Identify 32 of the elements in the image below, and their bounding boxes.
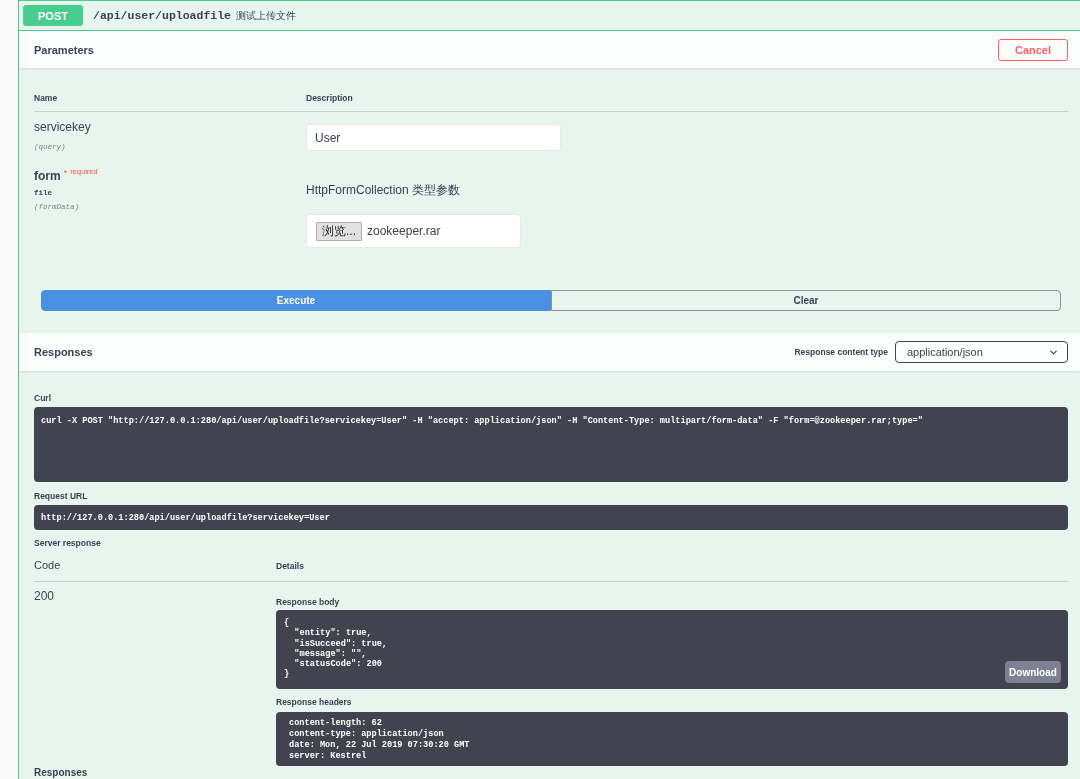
request-url: http://127.0.0.1:280/api/user/uploadfile?servicekey=User xyxy=(34,505,1068,530)
response-body-code: { "entity": true, "isSucceed": true, "message": "", "statusCode": 200 } xyxy=(284,618,388,680)
parameter-input[interactable]: User xyxy=(306,124,561,151)
server-response-label: Server response xyxy=(34,538,102,548)
file-input-field[interactable]: 浏览... zookeeper.rar xyxy=(306,214,521,248)
status-code: 200 xyxy=(34,589,56,603)
download-button[interactable]: Download xyxy=(1005,661,1061,683)
request-url-label: Request URL xyxy=(34,491,89,501)
curl-command: curl -X POST "http://127.0.0.1:280/api/user/uploadfile?servicekey=User" -H "accept: application/json" -H "Content-Type: multipart/form-data" -F "form=@zookeeper.rar;type=" xyxy=(34,407,1068,482)
response-headers-code: content-length: 62 content-type: application/json date: Mon, 22 Jul 2019 07:30:20 GMT server: Kestrel xyxy=(276,712,1068,766)
column-header: Name xyxy=(34,93,59,103)
response-body-label: Response body xyxy=(276,597,341,607)
endpoint-summary: 测试上传文件 xyxy=(236,8,297,23)
section-title: Parameters xyxy=(34,43,94,56)
required-asterisk: * xyxy=(63,168,68,178)
section-title: Responses xyxy=(34,767,88,778)
column-header: Description xyxy=(306,93,354,103)
parameter-description: HttpFormCollection 类型参数 xyxy=(306,183,461,197)
endpoint-path: /api/user/uploadfile xyxy=(93,9,232,22)
response-headers-label: Response headers xyxy=(276,697,353,707)
method-badge: POST xyxy=(23,5,83,26)
column-header: Code xyxy=(34,559,62,572)
curl-label: Curl xyxy=(34,393,52,403)
content-type-select[interactable]: application/json xyxy=(895,341,1068,363)
file-name: zookeeper.rar xyxy=(367,224,441,238)
content-type-label: Response content type xyxy=(794,347,888,357)
column-header: Details xyxy=(276,560,305,571)
parameter-name: servicekey xyxy=(34,120,91,134)
browse-button[interactable]: 浏览... xyxy=(316,221,362,241)
clear-button[interactable]: Clear xyxy=(551,290,1061,311)
parameter-name: form xyxy=(34,168,61,184)
section-title: Responses xyxy=(34,346,93,358)
